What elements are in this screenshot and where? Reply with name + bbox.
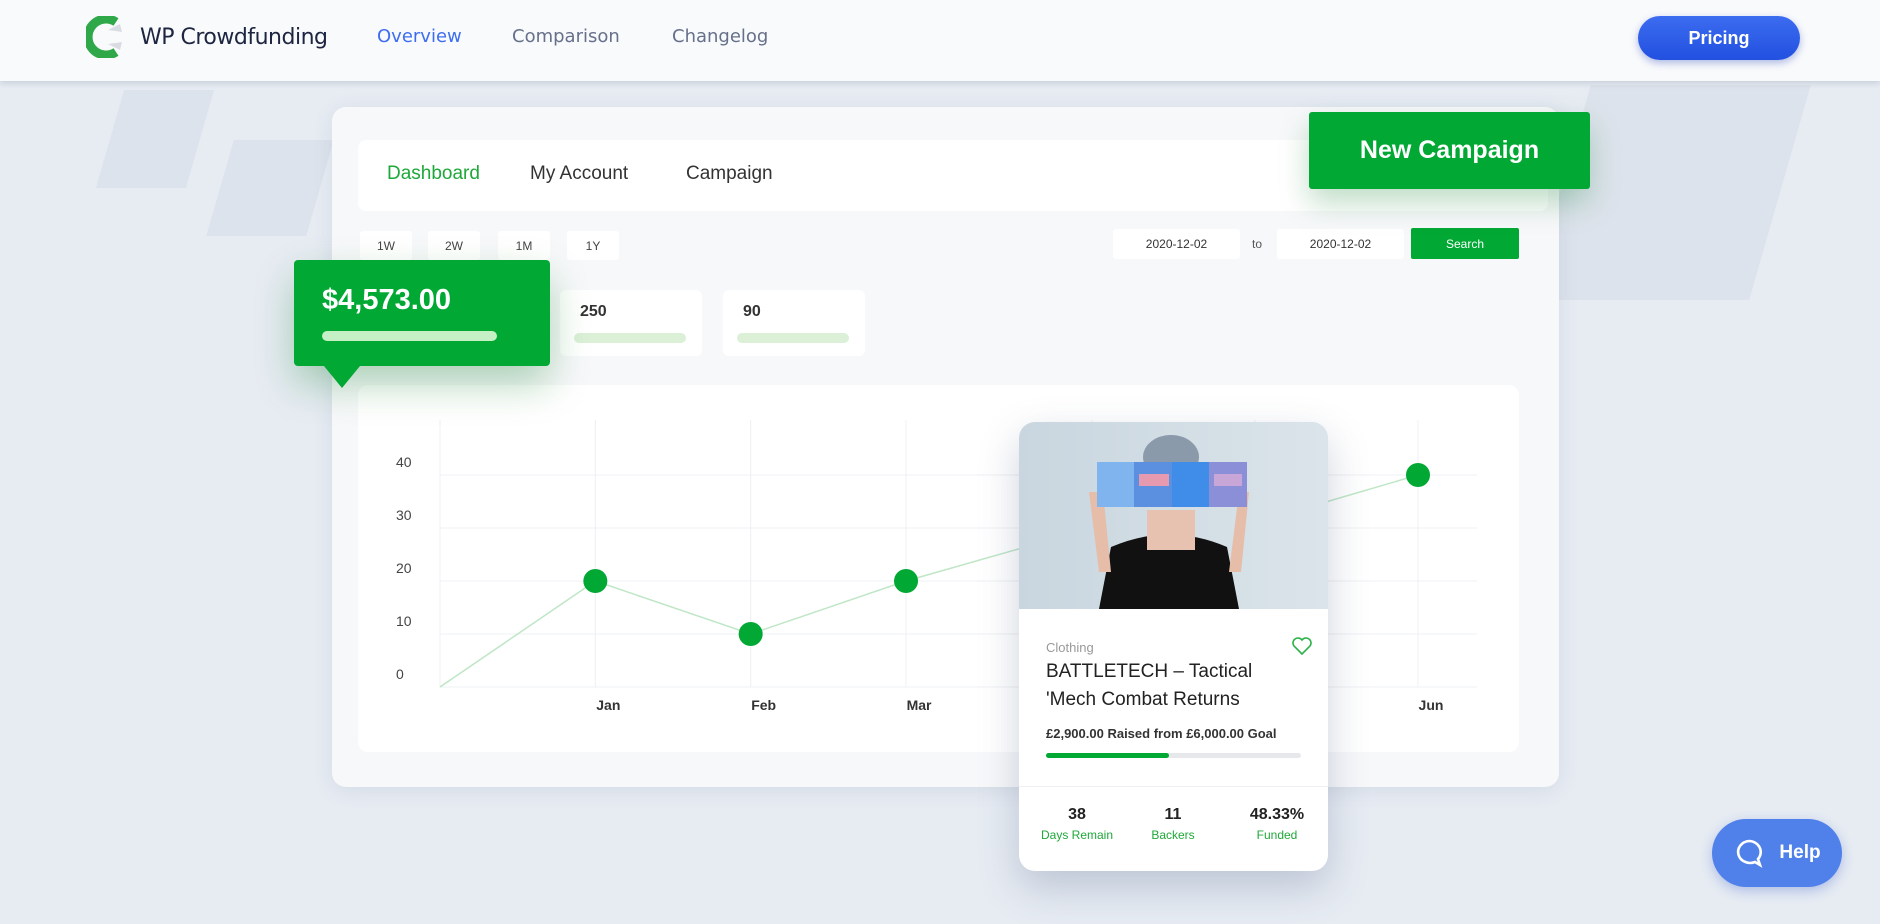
- logo-icon: [86, 16, 122, 58]
- divider: [1019, 786, 1328, 787]
- days-remain-value: 38: [1068, 806, 1086, 823]
- data-point: [1406, 463, 1430, 487]
- y-tick-label: 10: [396, 613, 412, 629]
- campaign-title[interactable]: BATTLETECH – Tactical 'Mech Combat Retur…: [1046, 658, 1306, 714]
- y-tick-label: 20: [396, 560, 412, 576]
- campaign-image: [1019, 422, 1328, 609]
- funded-value: 48.33%: [1249, 806, 1305, 823]
- campaign-card[interactable]: Clothing BATTLETECH – Tactical 'Mech Com…: [1019, 422, 1328, 871]
- funding-progress-fill: [1046, 753, 1170, 758]
- backers-value: 11: [1164, 806, 1182, 823]
- x-tick-label: Mar: [907, 697, 932, 713]
- line-chart: 0 10 20 30 40 Jan Feb Mar Jun: [396, 420, 1477, 713]
- total-tooltip: $4,573.00: [294, 260, 550, 388]
- y-tick-label: 0: [396, 666, 404, 682]
- days-remain-label: Days Remain: [1040, 828, 1114, 842]
- y-tick-label: 30: [396, 507, 412, 523]
- pricing-button[interactable]: Pricing: [1638, 16, 1800, 60]
- y-tick-label: 40: [396, 454, 412, 470]
- campaign-category: Clothing: [1046, 640, 1094, 655]
- site-header: WP Crowdfunding Overview Comparison Chan…: [0, 0, 1880, 81]
- nav-changelog[interactable]: Changelog: [672, 26, 768, 47]
- x-tick-label: Jun: [1419, 697, 1444, 713]
- brand-name: WP Crowdfunding: [140, 24, 328, 50]
- nav-overview[interactable]: Overview: [377, 26, 462, 47]
- campaign-raised: £2,900.00 Raised from £6,000.00 Goal: [1046, 726, 1277, 741]
- new-campaign-button[interactable]: New Campaign: [1309, 112, 1590, 189]
- nav-comparison[interactable]: Comparison: [512, 26, 620, 47]
- data-point: [894, 569, 919, 593]
- funding-progress: [1046, 753, 1301, 758]
- data-point: [583, 569, 608, 593]
- heart-icon[interactable]: [1291, 636, 1313, 656]
- x-tick-label: Jan: [596, 697, 620, 713]
- x-tick-label: Feb: [751, 697, 776, 713]
- backers-label: Backers: [1151, 828, 1195, 842]
- total-bar: [322, 331, 497, 341]
- total-value: $4,573.00: [322, 284, 452, 316]
- data-point: [738, 622, 763, 646]
- brand[interactable]: WP Crowdfunding: [86, 16, 328, 58]
- funded-label: Funded: [1256, 828, 1298, 842]
